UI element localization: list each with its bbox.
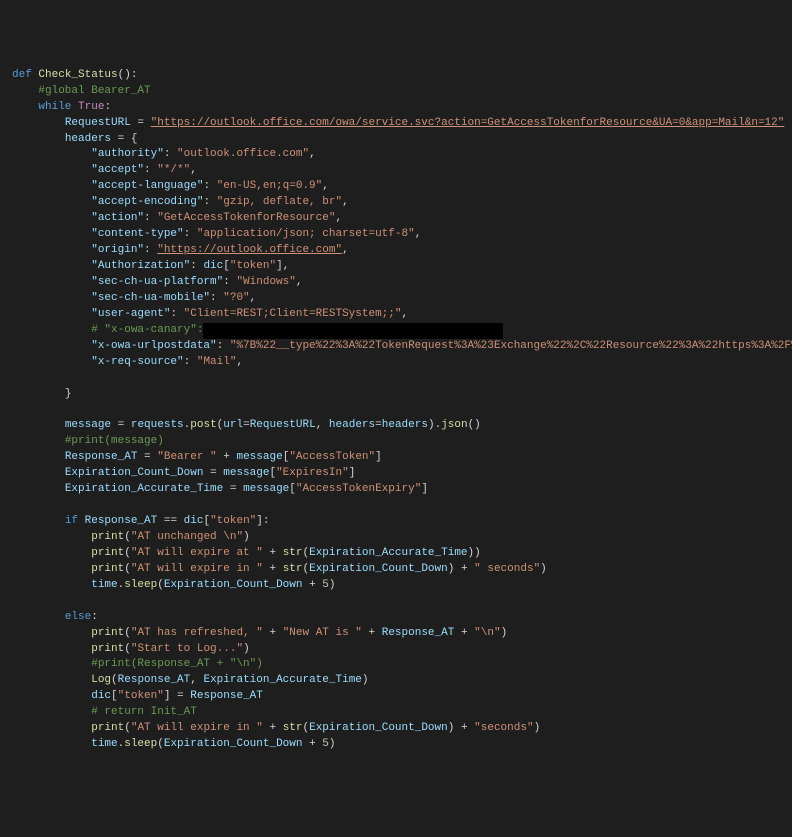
code-line <box>12 402 792 418</box>
header-val: "application/json; charset=utf-8" <box>197 228 415 240</box>
header-val: "en-US,en;q=0.9" <box>217 180 323 192</box>
header-key: "sec-ch-ua-mobile" <box>91 292 210 304</box>
comment: #print(Response_AT + "\n") <box>91 658 263 670</box>
code-line: print("AT will expire in " + str(Expirat… <box>12 721 792 737</box>
code-line: message = requests.post(url=RequestURL, … <box>12 418 792 434</box>
code-line: time.sleep(Expiration_Count_Down + 5) <box>12 737 792 753</box>
code-line: else: <box>12 610 792 626</box>
code-line <box>12 371 792 387</box>
code-line: if Response_AT == dic["token"]: <box>12 514 792 530</box>
comment-canary: # "x-owa-canary": <box>91 324 203 336</box>
header-key: "sec-ch-ua-platform" <box>91 276 223 288</box>
code-line: print("AT will expire in " + str(Expirat… <box>12 562 792 578</box>
var-exp-countdown: Expiration_Count_Down <box>65 467 204 479</box>
code-line: time.sleep(Expiration_Count_Down + 5) <box>12 578 792 594</box>
header-val: "*/*" <box>157 164 190 176</box>
var-headers: headers <box>65 133 111 145</box>
code-line: def Check_Status(): <box>12 68 792 84</box>
header-val: "outlook.office.com" <box>177 148 309 160</box>
code-line: "x-req-source": "Mail", <box>12 355 792 371</box>
code-line: headers = { <box>12 132 792 148</box>
header-key: "x-req-source" <box>91 356 183 368</box>
code-line: print("AT has refreshed, " + "New AT is … <box>12 626 792 642</box>
dic-ref: dic <box>203 260 223 272</box>
keyword-def: def <box>12 69 32 81</box>
header-val: "Mail" <box>197 356 237 368</box>
code-editor: def Check_Status(): #global Bearer_AT wh… <box>12 68 792 753</box>
code-line: Expiration_Count_Down = message["Expires… <box>12 466 792 482</box>
code-line: dic["token"] = Response_AT <box>12 689 792 705</box>
code-line: "authority": "outlook.office.com", <box>12 147 792 163</box>
code-line <box>12 498 792 514</box>
header-key: "user-agent" <box>91 308 170 320</box>
header-val: "gzip, deflate, br" <box>217 196 342 208</box>
code-line: # "x-owa-canary": <box>12 323 792 339</box>
header-val: "%7B%22__type%22%3A%22TokenRequest%3A%23… <box>230 340 792 352</box>
header-val: "GetAccessTokenforResource" <box>157 212 335 224</box>
var-exp-accurate: Expiration_Accurate_Time <box>65 483 223 495</box>
header-key: "accept-language" <box>91 180 203 192</box>
comment: #print(message) <box>65 435 164 447</box>
var-request-url: RequestURL <box>65 117 131 129</box>
code-line: print("AT will expire at " + str(Expirat… <box>12 546 792 562</box>
code-line: "action": "GetAccessTokenforResource", <box>12 211 792 227</box>
header-key: "Authorization" <box>91 260 190 272</box>
code-line: # return Init_AT <box>12 705 792 721</box>
header-key: "x-owa-urlpostdata" <box>91 340 216 352</box>
function-name: Check_Status <box>38 69 117 81</box>
keyword-while: while <box>38 101 71 113</box>
header-val: "https://outlook.office.com" <box>157 244 342 256</box>
parens: (): <box>118 69 138 81</box>
header-key: "accept" <box>91 164 144 176</box>
code-line: #print(message) <box>12 434 792 450</box>
print-call: print <box>91 531 124 543</box>
code-line <box>12 594 792 610</box>
code-line: "sec-ch-ua-mobile": "?0", <box>12 291 792 307</box>
header-val: "Windows" <box>236 276 295 288</box>
code-line: "accept": "*/*", <box>12 163 792 179</box>
code-line: #global Bearer_AT <box>12 84 792 100</box>
comment: #global Bearer_AT <box>38 85 150 97</box>
string-url: "https://outlook.office.com/owa/service.… <box>151 117 785 129</box>
keyword-if: if <box>65 515 78 527</box>
code-line: Expiration_Accurate_Time = message["Acce… <box>12 482 792 498</box>
code-line: "x-owa-urlpostdata": "%7B%22__type%22%3A… <box>12 339 792 355</box>
header-key: "accept-encoding" <box>91 196 203 208</box>
keyword-else: else <box>65 611 91 623</box>
code-line: "accept-language": "en-US,en;q=0.9", <box>12 179 792 195</box>
code-line: } <box>12 387 792 403</box>
header-key: "authority" <box>91 148 164 160</box>
code-line: while True: <box>12 100 792 116</box>
header-key: "content-type" <box>91 228 183 240</box>
keyword-true: True <box>78 101 104 113</box>
header-val: "?0" <box>223 292 249 304</box>
code-line: RequestURL = "https://outlook.office.com… <box>12 116 792 132</box>
code-line: #print(Response_AT + "\n") <box>12 657 792 673</box>
redacted-block <box>203 323 503 339</box>
log-call: Log <box>91 674 111 686</box>
code-line: Response_AT = "Bearer " + message["Acces… <box>12 450 792 466</box>
code-line: print("Start to Log...") <box>12 642 792 658</box>
code-line: "sec-ch-ua-platform": "Windows", <box>12 275 792 291</box>
comment: # return Init_AT <box>91 706 197 718</box>
code-line: "content-type": "application/json; chars… <box>12 227 792 243</box>
code-line: "user-agent": "Client=REST;Client=RESTSy… <box>12 307 792 323</box>
header-val: "Client=REST;Client=RESTSystem;;" <box>184 308 402 320</box>
code-line: Log(Response_AT, Expiration_Accurate_Tim… <box>12 673 792 689</box>
var-message: message <box>65 419 111 431</box>
code-line: "accept-encoding": "gzip, deflate, br", <box>12 195 792 211</box>
header-key: "action" <box>91 212 144 224</box>
header-key: "origin" <box>91 244 144 256</box>
time-module: time <box>91 579 117 591</box>
code-line: "Authorization": dic["token"], <box>12 259 792 275</box>
code-line: print("AT unchanged \n") <box>12 530 792 546</box>
code-line: "origin": "https://outlook.office.com", <box>12 243 792 259</box>
var-response-at: Response_AT <box>65 451 138 463</box>
